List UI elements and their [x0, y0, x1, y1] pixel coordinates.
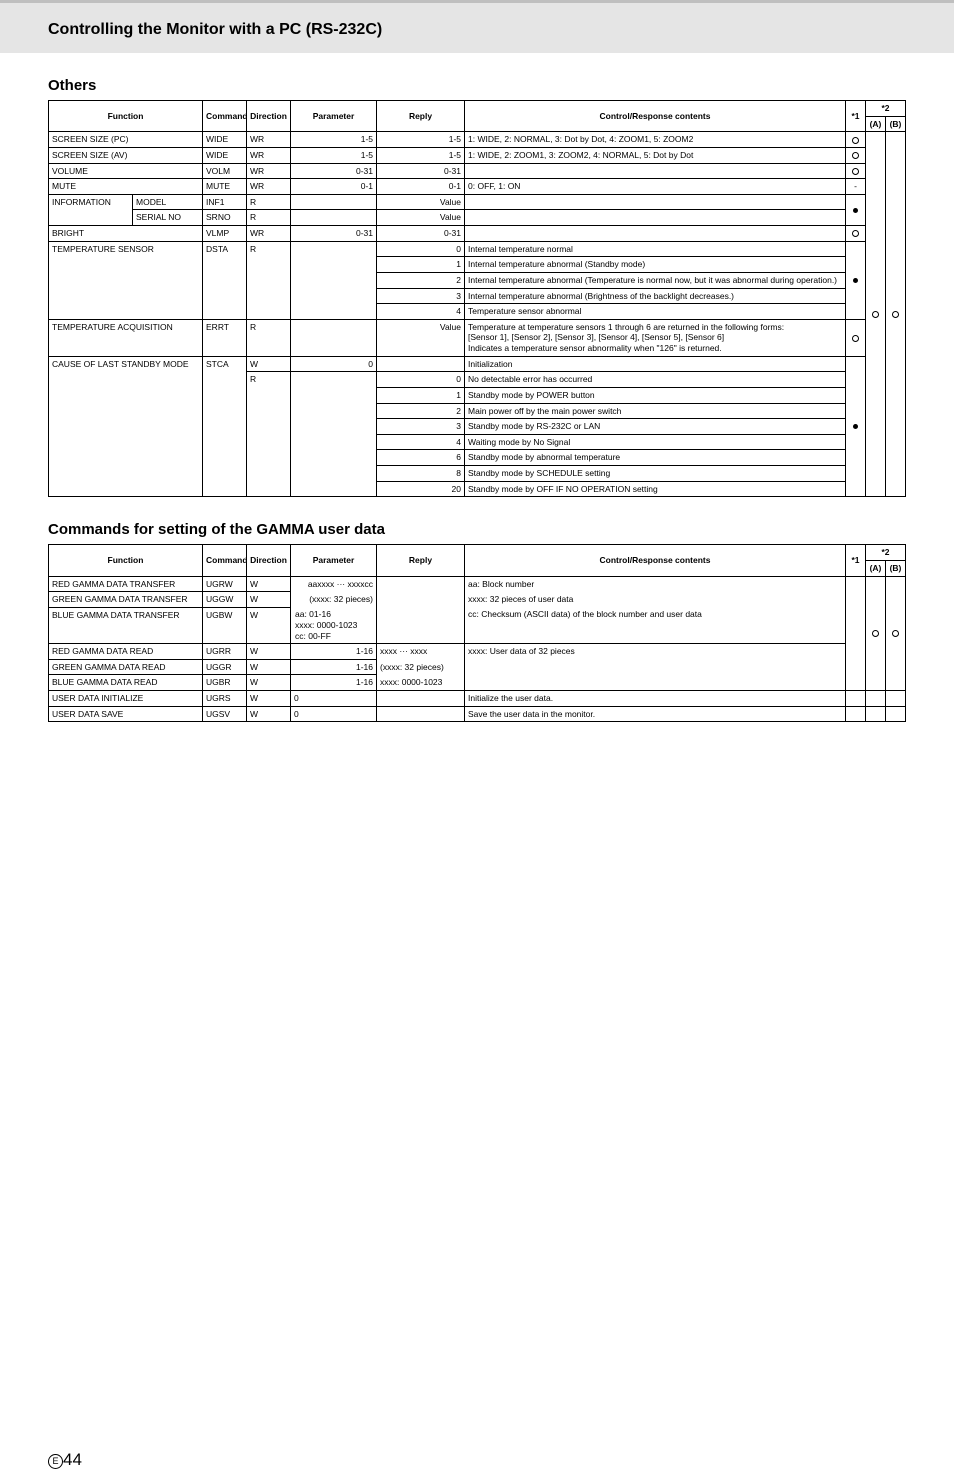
th-function: Function [49, 545, 203, 576]
th-command: Command [203, 545, 247, 576]
th-b: (B) [885, 560, 905, 576]
table-row: INFORMATION MODEL INF1 R Value [49, 194, 906, 210]
th-parameter: Parameter [291, 545, 377, 576]
table-row: TEMPERATURE SENSOR DSTA R 0 Internal tem… [49, 241, 906, 257]
mark-open [852, 150, 859, 160]
section-others-title: Others [48, 77, 906, 94]
mark-filled [853, 205, 858, 215]
page-number: 44 [63, 1450, 82, 1469]
th-a: (A) [865, 560, 885, 576]
section-gamma-title: Commands for setting of the GAMMA user d… [48, 521, 906, 538]
th-direction: Direction [247, 545, 291, 576]
table-row: SCREEN SIZE (PC) WIDE WR 1-5 1-5 1: WIDE… [49, 132, 906, 148]
table-row: RED GAMMA DATA READ UGRR W 1-16 xxxx ···… [49, 644, 906, 660]
th-b: (B) [885, 116, 905, 132]
th-star1: *1 [845, 545, 865, 576]
mark-open [872, 628, 879, 638]
table-row: VOLUME VOLM WR 0-31 0-31 [49, 163, 906, 179]
footer: E44 [0, 1442, 954, 1484]
table-row: TEMPERATURE ACQUISITION ERRT R Value Tem… [49, 319, 906, 356]
mark-open [872, 309, 879, 319]
th-parameter: Parameter [291, 101, 377, 132]
th-command: Command [203, 101, 247, 132]
gamma-table: Function Command Direction Parameter Rep… [48, 544, 906, 722]
th-function: Function [49, 101, 203, 132]
table-row: RED GAMMA DATA TRANSFER UGRW W aaxxxx ··… [49, 576, 906, 592]
others-table: Function Command Direction Parameter Rep… [48, 100, 906, 497]
page-title: Controlling the Monitor with a PC (RS-23… [0, 0, 954, 53]
mark-open [852, 332, 859, 342]
table-row: BLUE GAMMA DATA READ UGBR W 1-16 xxxx: 0… [49, 675, 906, 691]
th-star1: *1 [845, 101, 865, 132]
table-row: BRIGHT VLMP WR 0-31 0-31 [49, 226, 906, 242]
th-star2: *2 [865, 101, 905, 117]
table-row: SERIAL NO SRNO R Value [49, 210, 906, 226]
mark-open [852, 134, 859, 144]
mark-filled [853, 275, 858, 285]
table-row: USER DATA SAVE UGSV W 0 Save the user da… [49, 706, 906, 722]
mark-open [892, 309, 899, 319]
table-row: BLUE GAMMA DATA TRANSFER UGBW W aa: 01-1… [49, 607, 906, 643]
th-star2: *2 [865, 545, 905, 561]
footer-e-icon: E [48, 1454, 63, 1469]
table-row: SCREEN SIZE (AV) WIDE WR 1-5 1-5 1: WIDE… [49, 147, 906, 163]
table-row: CAUSE OF LAST STANDBY MODE STCA W 0 Init… [49, 356, 906, 372]
blank-area [48, 722, 906, 1402]
mark-open [892, 628, 899, 638]
table-row: USER DATA INITIALIZE UGRS W 0 Initialize… [49, 691, 906, 707]
th-reply: Reply [377, 101, 465, 132]
table-row: GREEN GAMMA DATA TRANSFER UGGW W (xxxx: … [49, 592, 906, 608]
th-control: Control/Response contents [465, 545, 846, 576]
th-a: (A) [865, 116, 885, 132]
th-direction: Direction [247, 101, 291, 132]
mark-open [852, 166, 859, 176]
th-control: Control/Response contents [465, 101, 846, 132]
mark-open [852, 228, 859, 238]
main-content: Others Function Command Direction Parame… [0, 77, 954, 1442]
mark-filled [853, 421, 858, 431]
th-reply: Reply [377, 545, 465, 576]
table-row: MUTE MUTE WR 0-1 0-1 0: OFF, 1: ON - [49, 179, 906, 195]
table-row: GREEN GAMMA DATA READ UGGR W 1-16 (xxxx:… [49, 659, 906, 675]
